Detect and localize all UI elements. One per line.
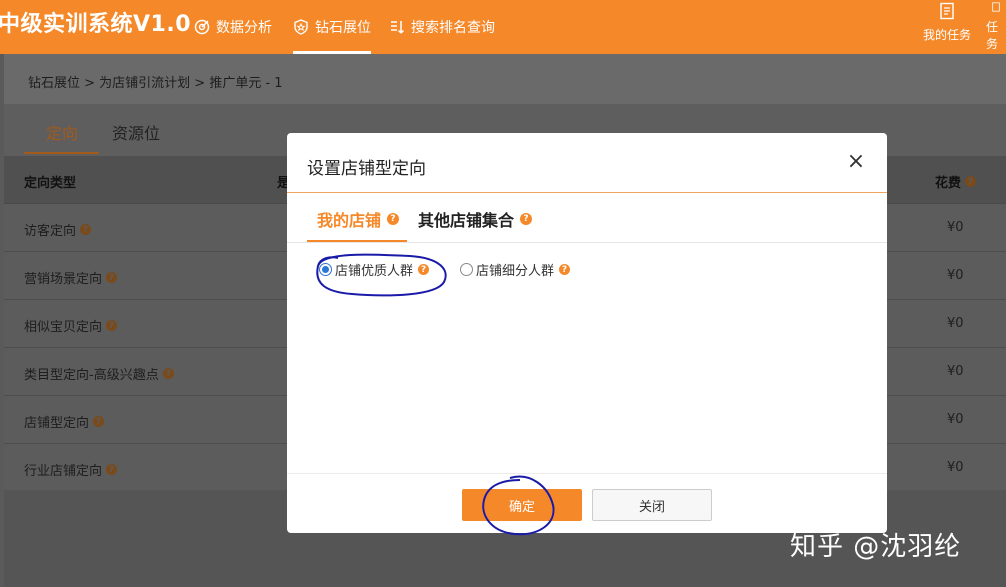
breadcrumb: 钻石展位 > 为店铺引流计划 > 推广单元 - 1: [28, 76, 283, 91]
nav-diamond-booth[interactable]: 钻石展位: [293, 0, 371, 54]
header-cost: 花费?: [935, 172, 977, 191]
row-type: 行业店铺定向?: [24, 460, 118, 479]
help-icon[interactable]: ?: [93, 416, 105, 427]
help-icon[interactable]: ?: [106, 320, 118, 331]
tasks-label: 任务: [986, 20, 999, 51]
dialog-tab-line: [287, 242, 887, 243]
app-title: 中级实训系统V1.0: [0, 12, 191, 37]
confirm-button[interactable]: 确定: [462, 489, 582, 521]
tab-targeting[interactable]: 定向: [46, 120, 78, 144]
row-type: 店铺型定向?: [24, 412, 105, 431]
row-type-label: 类目型定向-高级兴趣点: [24, 368, 159, 383]
ranking-icon: [391, 21, 405, 34]
tab-underline: [24, 152, 99, 154]
breadcrumb-bar: 钻石展位 > 为店铺引流计划 > 推广单元 - 1: [4, 54, 1006, 104]
nav-search-rank[interactable]: 搜索排名查询: [389, 0, 495, 54]
nav-diamond-booth-label: 钻石展位: [315, 20, 371, 36]
row-cost: ¥0: [947, 268, 964, 283]
tab-my-shop-label: 我的店铺: [317, 211, 382, 230]
tab-my-shop[interactable]: 我的店铺?: [317, 207, 400, 231]
row-type-label: 行业店铺定向: [24, 464, 103, 479]
help-icon[interactable]: ?: [162, 368, 174, 379]
dialog-footer-divider: [287, 473, 887, 474]
help-icon[interactable]: ?: [80, 224, 92, 235]
radio-quality-audience[interactable]: 店铺优质人群 ?: [319, 260, 430, 279]
row-type: 访客定向?: [24, 220, 92, 239]
help-icon[interactable]: ?: [520, 213, 533, 225]
row-type-label: 营销场景定向: [24, 272, 103, 287]
row-type-label: 店铺型定向: [24, 416, 90, 431]
tab-other-shops-label: 其他店铺集合: [418, 211, 515, 230]
row-type-label: 相似宝贝定向: [24, 320, 103, 335]
nav-data-analysis-label: 数据分析: [216, 20, 272, 36]
shop-targeting-dialog: 设置店铺型定向 × 我的店铺? 其他店铺集合? 店铺优质人群 ? 店铺细分人群 …: [287, 133, 887, 533]
radio-segment-audience-label: 店铺细分人群: [476, 264, 555, 279]
row-cost: ¥0: [947, 412, 964, 427]
tasks-button[interactable]: 任务: [986, 2, 1006, 52]
help-icon[interactable]: ?: [965, 176, 977, 187]
help-icon[interactable]: ?: [559, 264, 571, 275]
row-cost: ¥0: [947, 460, 964, 475]
radio-quality-audience-label: 店铺优质人群: [335, 264, 414, 279]
tab-resource[interactable]: 资源位: [112, 120, 160, 144]
help-icon[interactable]: ?: [106, 272, 118, 283]
radio-button[interactable]: [460, 263, 473, 276]
help-icon[interactable]: ?: [106, 464, 118, 475]
header-type: 定向类型: [24, 176, 77, 191]
badge-icon: [294, 19, 308, 35]
row-cost: ¥0: [947, 220, 964, 235]
help-icon[interactable]: ?: [387, 213, 400, 225]
my-tasks-button[interactable]: 我的任务: [923, 2, 971, 52]
close-icon[interactable]: ×: [845, 151, 867, 173]
dialog-divider: [287, 192, 887, 193]
my-tasks-label: 我的任务: [923, 28, 972, 42]
row-cost: ¥0: [947, 364, 964, 379]
header-cost-label: 花费: [935, 176, 962, 191]
nav-data-analysis[interactable]: 数据分析: [194, 0, 272, 54]
task-icon: [940, 2, 954, 20]
watermark: 知乎 @沈羽纶: [790, 532, 962, 562]
row-type: 类目型定向-高级兴趣点?: [24, 364, 174, 383]
tab-other-shops[interactable]: 其他店铺集合?: [418, 207, 533, 231]
row-type: 相似宝贝定向?: [24, 316, 118, 335]
top-bar: 中级实训系统V1.0 数据分析 钻石展位 搜索排名查询 我的任务 任务: [0, 0, 1006, 54]
row-type: 营销场景定向?: [24, 268, 118, 287]
close-button[interactable]: 关闭: [592, 489, 712, 521]
row-type-label: 访客定向: [24, 224, 77, 239]
radio-segment-audience[interactable]: 店铺细分人群 ?: [460, 260, 571, 279]
task-list-icon: [992, 2, 1000, 12]
nav-search-rank-label: 搜索排名查询: [411, 20, 495, 36]
row-cost: ¥0: [947, 316, 964, 331]
target-icon: [194, 19, 210, 35]
help-icon[interactable]: ?: [418, 264, 430, 275]
dialog-title: 设置店铺型定向: [307, 159, 426, 179]
radio-button-selected[interactable]: [319, 263, 332, 276]
